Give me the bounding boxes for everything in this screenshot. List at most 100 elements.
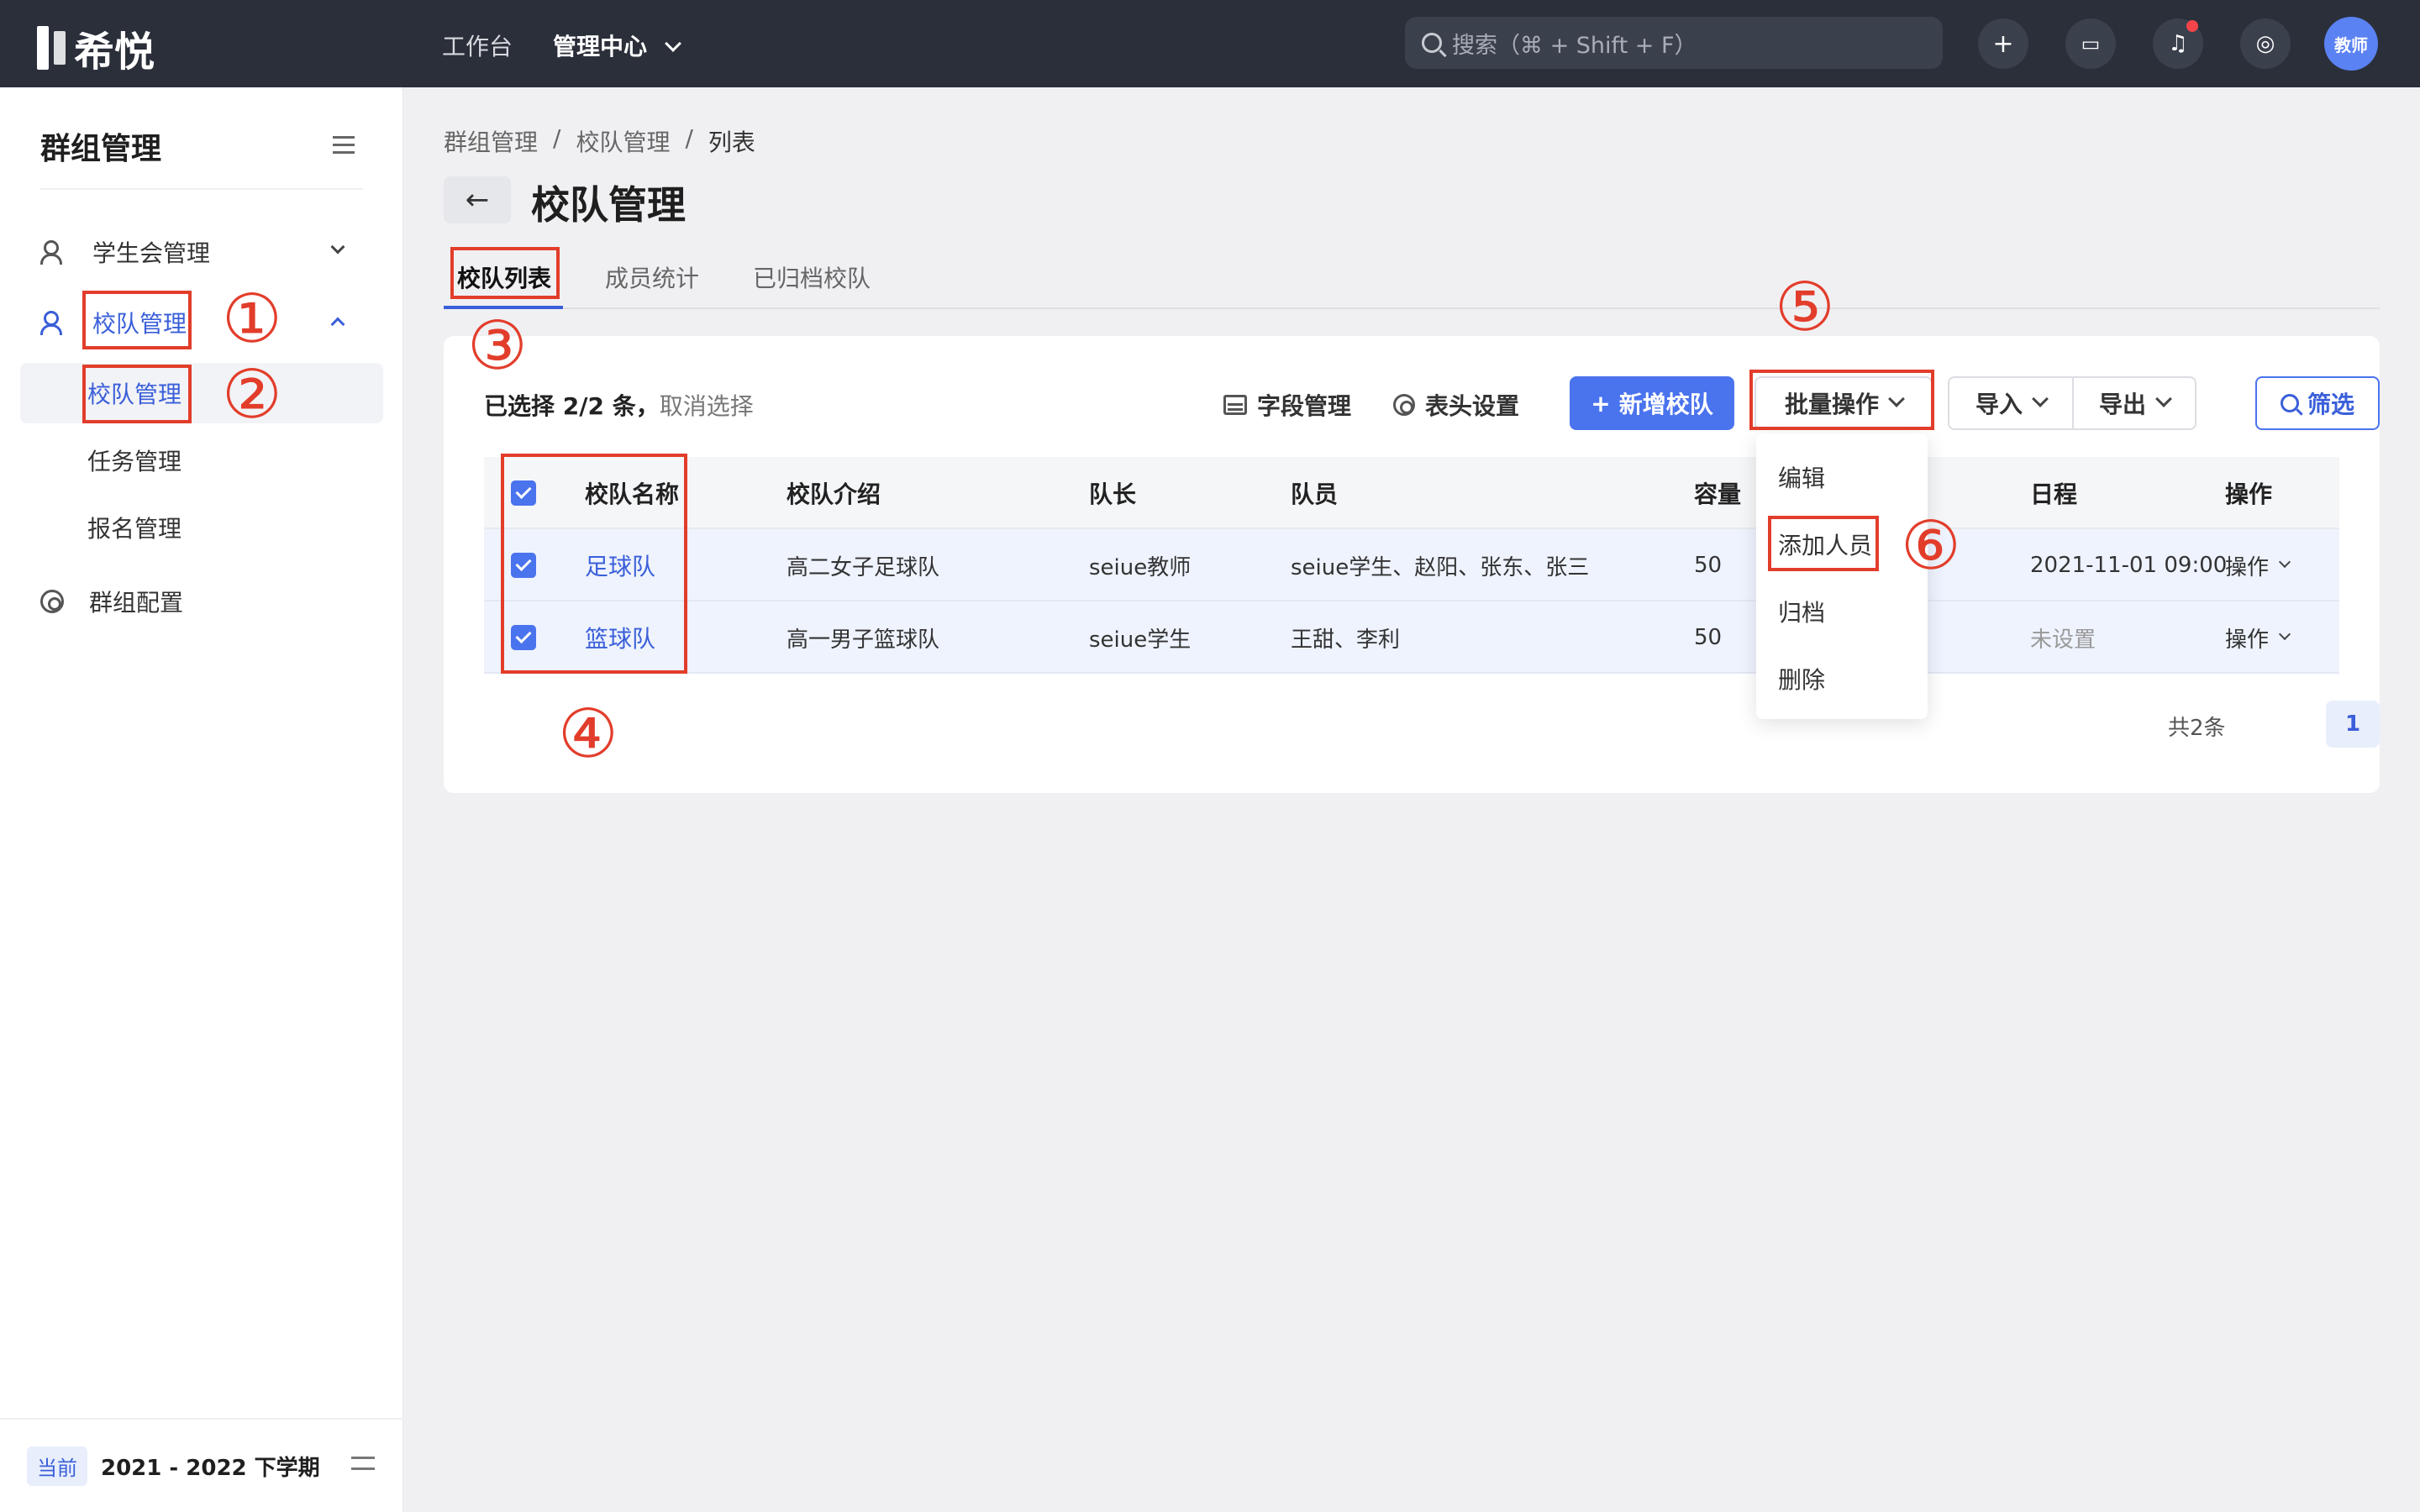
sidebar-title: 群组管理: [40, 132, 162, 166]
menu-item-delete[interactable]: 删除: [1778, 662, 1825, 696]
global-search-input[interactable]: 搜索（⌘ + Shift + F）: [1405, 17, 1943, 69]
menu-item-archive[interactable]: 归档: [1778, 595, 1825, 628]
chevron-down-icon: [330, 239, 345, 255]
pagination-page-1[interactable]: 1: [2326, 701, 2380, 748]
table-header: 校队名称 校队介绍 队长 队员 容量 日程 操作: [484, 457, 2339, 529]
collapse-sidebar-icon[interactable]: [333, 136, 355, 155]
chevron-up-icon: [330, 317, 345, 332]
import-label: 导入: [1975, 391, 2023, 418]
arrow-left-icon: ←: [465, 183, 490, 217]
app-logo[interactable]: 希悦: [37, 18, 155, 77]
annotation-box-2: [82, 365, 192, 423]
apps-button[interactable]: ◎: [2240, 18, 2291, 69]
annotation-number-3: ③: [467, 307, 528, 385]
field-management-button[interactable]: 字段管理: [1223, 388, 1351, 422]
page-title: 校队管理: [531, 182, 686, 228]
header-members: 队员: [1291, 480, 1339, 508]
annotation-box-4: [501, 454, 687, 674]
import-button[interactable]: 导入: [1948, 376, 2074, 430]
team-captain: seiue学生: [1089, 627, 1192, 653]
top-bar: 希悦 工作台 管理中心 搜索（⌘ + Shift + F） + ▭ ♫ ◎ 教师: [0, 0, 2420, 87]
annotation-number-1: ①: [222, 280, 282, 358]
annotation-number-5: ⑤: [1775, 268, 1835, 346]
search-icon: [1422, 33, 1442, 53]
sidebar-subitem-team-management[interactable]: 校队管理: [20, 363, 383, 423]
plus-icon: +: [1992, 29, 2014, 59]
plus-icon: +: [1591, 389, 1611, 417]
notifications-button[interactable]: ♫: [2153, 18, 2203, 69]
cancel-selection-link[interactable]: 取消选择: [660, 392, 754, 420]
pagination-total: 共2条: [2168, 716, 2226, 741]
header-team-intro: 校队介绍: [786, 480, 881, 508]
breadcrumb-team[interactable]: 校队管理: [576, 124, 670, 158]
messages-button[interactable]: ▭: [2065, 18, 2116, 69]
chevron-down-icon: [2278, 627, 2291, 641]
sidebar-divider: [40, 188, 363, 190]
gear-icon: [40, 590, 64, 613]
export-label: 导出: [2098, 391, 2146, 418]
create-button[interactable]: +: [1978, 18, 2028, 69]
tab-member-stats[interactable]: 成员统计: [605, 260, 699, 294]
team-schedule: 未设置: [2030, 627, 2096, 653]
sidebar-subitem-signup-management[interactable]: 报名管理: [20, 497, 383, 558]
header-actions: 操作: [2225, 480, 2273, 508]
swap-icon[interactable]: [351, 1457, 375, 1475]
row-actions-menu[interactable]: 操作: [2225, 529, 2291, 601]
nav-admin-label: 管理中心: [553, 33, 648, 60]
team-capacity: 50: [1694, 625, 1723, 650]
search-placeholder: 搜索（⌘ + Shift + F）: [1452, 32, 1697, 59]
add-team-button[interactable]: + 新增校队: [1570, 376, 1734, 430]
row-actions-menu[interactable]: 操作: [2225, 601, 2291, 674]
sidebar-item-student-union[interactable]: 学生会管理: [20, 222, 383, 282]
main-content: 群组管理 / 校队管理 / 列表 ← 校队管理 校队列表 成员统计 已归档校队 …: [403, 87, 2420, 1512]
sidebar-item-team-management[interactable]: 校队管理: [20, 292, 383, 353]
filter-button[interactable]: 筛选: [2255, 376, 2380, 430]
logo-text: 希悦: [74, 29, 155, 76]
annotation-box-5: [1749, 370, 1934, 430]
sidebar-item-label: 群组配置: [89, 589, 184, 617]
menu-item-edit[interactable]: 编辑: [1778, 460, 1825, 494]
nav-workbench[interactable]: 工作台: [442, 29, 513, 62]
avatar[interactable]: 教师: [2324, 17, 2378, 71]
breadcrumb: 群组管理 / 校队管理 / 列表: [444, 124, 755, 158]
chevron-down-icon: [2032, 391, 2049, 407]
nav-admin-center[interactable]: 管理中心: [553, 29, 681, 62]
back-button[interactable]: ←: [444, 176, 511, 223]
chevron-down-icon: [665, 35, 681, 52]
sidebar-item-label: 报名管理: [87, 515, 182, 543]
breadcrumb-group[interactable]: 群组管理: [444, 124, 538, 158]
team-table: 校队名称 校队介绍 队长 队员 容量 日程 操作 足球队 高二女子足球队 sei…: [484, 457, 2339, 674]
field-management-label: 字段管理: [1257, 392, 1352, 420]
sidebar: 群组管理 学生会管理 校队管理 校队管理 任务管理 报名管理 群组配置 当前 2…: [0, 87, 403, 1512]
chevron-down-icon: [2155, 391, 2172, 407]
term-selector[interactable]: 当前 2021 - 2022 下学期: [0, 1418, 403, 1512]
search-icon: [2280, 394, 2299, 412]
tab-archived-teams[interactable]: 已归档校队: [753, 260, 871, 294]
header-settings-button[interactable]: 表头设置: [1393, 388, 1519, 422]
export-button[interactable]: 导出: [2072, 376, 2196, 430]
selection-count: 已选择 2/2 条，: [484, 392, 660, 420]
current-term-label: 2021 - 2022 下学期: [101, 1455, 320, 1481]
row-actions-label: 操作: [2225, 554, 2270, 580]
breadcrumb-current: 列表: [708, 129, 755, 156]
tab-bar: 校队列表 成员统计 已归档校队: [444, 255, 2380, 309]
header-settings-label: 表头设置: [1425, 392, 1520, 420]
annotation-number-6: ⑥: [1901, 507, 1961, 585]
team-schedule: 2021-11-01 09:00: [2030, 553, 2228, 578]
compass-icon: ◎: [2255, 31, 2275, 56]
header-schedule: 日程: [2030, 480, 2078, 508]
sidebar-item-label: 任务管理: [87, 448, 182, 475]
fields-icon: [1223, 395, 1247, 415]
sidebar-item-group-config[interactable]: 群组配置: [20, 571, 383, 632]
annotation-box-3: [450, 247, 560, 299]
filter-label: 筛选: [2307, 391, 2354, 418]
sidebar-subitem-task-management[interactable]: 任务管理: [20, 430, 383, 491]
row-actions-label: 操作: [2225, 627, 2270, 653]
current-term-badge: 当前: [27, 1446, 87, 1486]
breadcrumb-sep: /: [685, 124, 693, 152]
header-captain: 队长: [1089, 480, 1137, 508]
users-icon: [40, 309, 67, 336]
team-capacity: 50: [1694, 553, 1723, 578]
annotation-box-1: [82, 291, 192, 349]
table-row: 篮球队 高一男子篮球队 seiue学生 王甜、李利 50 未设置 操作: [484, 601, 2339, 674]
